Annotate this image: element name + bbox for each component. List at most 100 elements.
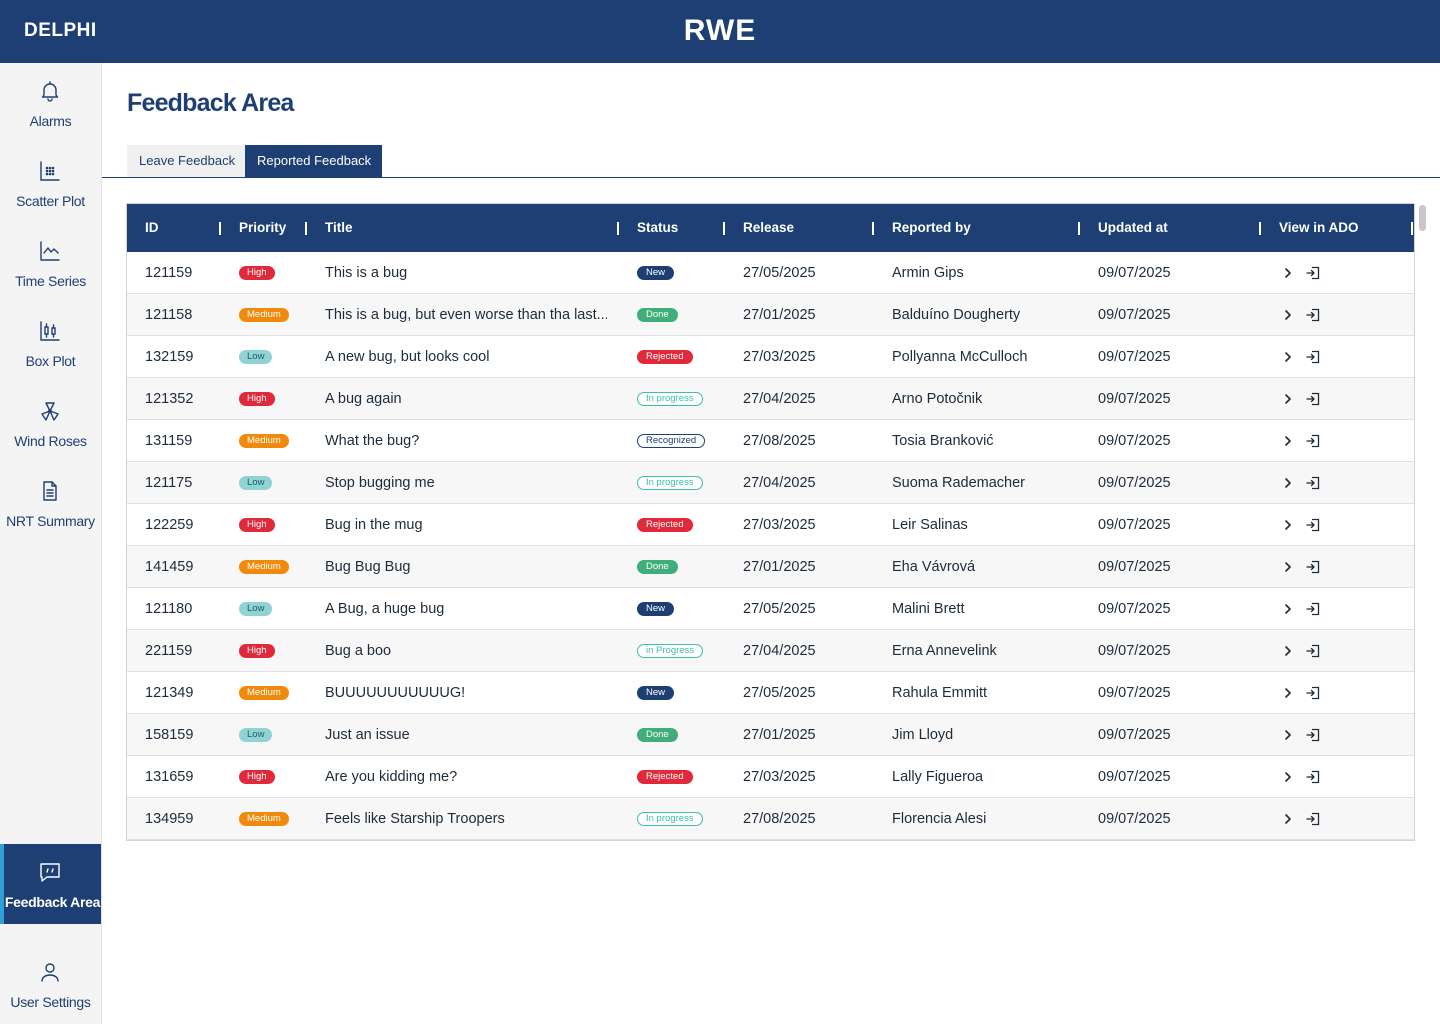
table-row[interactable]: 131159 Medium What the bug? Recognized 27/08… xyxy=(127,420,1414,462)
table-row[interactable]: 132159 Low A new bug, but looks cool Reject… xyxy=(127,336,1414,378)
sidebar-item-scatter-plot[interactable]: Scatter Plot xyxy=(0,143,101,223)
chevron-right-icon[interactable] xyxy=(1281,812,1295,826)
cell-updated-at: 09/07/2025 xyxy=(1098,643,1171,659)
chevron-right-icon[interactable] xyxy=(1281,434,1295,448)
column-resize-handle[interactable] xyxy=(617,222,619,235)
column-resize-handle[interactable] xyxy=(1259,222,1261,235)
open-in-ado-icon[interactable] xyxy=(1305,433,1321,449)
cell-title: A Bug, a huge bug xyxy=(325,601,445,617)
column-resize-handle[interactable] xyxy=(723,222,725,235)
open-in-ado-icon[interactable] xyxy=(1305,685,1321,701)
chevron-right-icon[interactable] xyxy=(1281,518,1295,532)
column-header-priority[interactable]: Priority xyxy=(239,204,286,252)
column-resize-handle[interactable] xyxy=(1078,222,1080,235)
chevron-right-icon[interactable] xyxy=(1281,686,1295,700)
cell-reported-by: Jim Lloyd xyxy=(892,727,954,743)
table-row[interactable]: 221159 High Bug a boo in Progress 27/04/2025… xyxy=(127,630,1414,672)
open-in-ado-icon[interactable] xyxy=(1305,769,1321,785)
sidebar-item-time-series[interactable]: Time Series xyxy=(0,223,101,303)
chevron-right-icon[interactable] xyxy=(1281,350,1295,364)
chevron-right-icon[interactable] xyxy=(1281,476,1295,490)
table-row[interactable]: 122259 High Bug in the mug Rejected 27/03/20… xyxy=(127,504,1414,546)
cell-updated-at: 09/07/2025 xyxy=(1098,433,1171,449)
cell-id: 158159 xyxy=(145,727,194,743)
chevron-right-icon[interactable] xyxy=(1281,602,1295,616)
status-badge: In progress xyxy=(637,392,703,406)
wind-rose-icon xyxy=(41,402,59,421)
cell-reported-by: Lally Figueroa xyxy=(892,769,984,785)
sidebar-item-label: NRT Summary xyxy=(6,513,95,529)
open-in-ado-icon[interactable] xyxy=(1305,349,1321,365)
cell-title: This is a bug, but even worse than tha l… xyxy=(325,307,607,323)
sidebar-item-nrt-summary[interactable]: NRT Summary xyxy=(0,463,101,543)
table-row[interactable]: 121175 Low Stop bugging me In progress 27/04… xyxy=(127,462,1414,504)
priority-badge: Medium xyxy=(239,686,289,700)
priority-badge: High xyxy=(239,266,275,280)
chevron-right-icon[interactable] xyxy=(1281,644,1295,658)
sidebar-item-alarms[interactable]: Alarms xyxy=(0,63,101,143)
tab-reported-feedback[interactable]: Reported Feedback xyxy=(245,145,382,177)
open-in-ado-icon[interactable] xyxy=(1305,475,1321,491)
priority-badge: High xyxy=(239,518,275,532)
chevron-right-icon[interactable] xyxy=(1281,560,1295,574)
cell-title: Just an issue xyxy=(325,727,410,743)
open-in-ado-icon[interactable] xyxy=(1305,391,1321,407)
open-in-ado-icon[interactable] xyxy=(1305,265,1321,281)
chevron-right-icon[interactable] xyxy=(1281,770,1295,784)
column-resize-handle[interactable] xyxy=(305,222,307,235)
cell-reported-by: Leir Salinas xyxy=(892,517,968,533)
column-header-updated-at[interactable]: Updated at xyxy=(1098,204,1168,252)
table-row[interactable]: 121158 Medium This is a bug, but even wors… xyxy=(127,294,1414,336)
table-row[interactable]: 121159 High This is a bug New 27/05/2025 Armi… xyxy=(127,252,1414,294)
open-in-ado-icon[interactable] xyxy=(1305,307,1321,323)
chevron-right-icon[interactable] xyxy=(1281,308,1295,322)
cell-release: 27/03/2025 xyxy=(743,769,816,785)
open-in-ado-icon[interactable] xyxy=(1305,601,1321,617)
column-resize-handle[interactable] xyxy=(1411,222,1413,235)
priority-badge: Medium xyxy=(239,308,289,322)
open-in-ado-icon[interactable] xyxy=(1305,727,1321,743)
table-row[interactable]: 121352 High A bug again In progress 27/04/20… xyxy=(127,378,1414,420)
sidebar-item-feedback-area[interactable]: Feedback Area xyxy=(0,844,101,924)
table-row[interactable]: 134959 Medium Feels like Starship Troopers… xyxy=(127,798,1414,840)
cell-title: BUUUUUUUUUUUG! xyxy=(325,685,466,701)
column-resize-handle[interactable] xyxy=(872,222,874,235)
table-row[interactable]: 158159 Low Just an issue Done 27/01/2025 Jim … xyxy=(127,714,1414,756)
column-header-status[interactable]: Status xyxy=(637,204,678,252)
tab-leave-feedback[interactable]: Leave Feedback xyxy=(127,145,245,177)
sidebar-item-wind-roses[interactable]: Wind Roses xyxy=(0,383,101,463)
chevron-right-icon[interactable] xyxy=(1281,728,1295,742)
cell-title: Bug a boo xyxy=(325,643,392,659)
table-row[interactable]: 121349 Medium BUUUUUUUUUUUG! New 27/05/2025 R… xyxy=(127,672,1414,714)
cell-title: This is a bug xyxy=(325,265,408,281)
table-scrollbar[interactable] xyxy=(1416,203,1430,841)
table-row[interactable]: 121180 Low A Bug, a huge bug New 27/05/2025 M… xyxy=(127,588,1414,630)
sidebar-item-box-plot[interactable]: Box Plot xyxy=(0,303,101,383)
cell-reported-by: Armin Gips xyxy=(892,265,964,281)
table-row[interactable]: 131659 High Are you kidding me? Rejected 27/… xyxy=(127,756,1414,798)
column-header-title[interactable]: Title xyxy=(325,204,353,252)
open-in-ado-icon[interactable] xyxy=(1305,517,1321,533)
column-header-id[interactable]: ID xyxy=(145,204,159,252)
column-header-reported-by[interactable]: Reported by xyxy=(892,204,971,252)
chevron-right-icon[interactable] xyxy=(1281,392,1295,406)
chevron-right-icon[interactable] xyxy=(1281,266,1295,280)
cell-release: 27/05/2025 xyxy=(743,685,816,701)
open-in-ado-icon[interactable] xyxy=(1305,643,1321,659)
sidebar-item-user-settings[interactable]: User Settings xyxy=(0,944,101,1024)
scrollbar-thumb[interactable] xyxy=(1419,205,1426,231)
column-header-view-in-ado[interactable]: View in ADO xyxy=(1279,204,1359,252)
column-header-release[interactable]: Release xyxy=(743,204,794,252)
cell-release: 27/04/2025 xyxy=(743,643,816,659)
open-in-ado-icon[interactable] xyxy=(1305,811,1321,827)
open-in-ado-icon[interactable] xyxy=(1305,559,1321,575)
cell-updated-at: 09/07/2025 xyxy=(1098,811,1171,827)
table-row[interactable]: 141459 Medium Bug Bug Bug Done 27/01/2025 Eha… xyxy=(127,546,1414,588)
cell-reported-by: Rahula Emmitt xyxy=(892,685,988,701)
cell-title: Bug Bug Bug xyxy=(325,559,411,575)
column-resize-handle[interactable] xyxy=(219,222,221,235)
status-badge: Done xyxy=(637,728,678,742)
cell-release: 27/04/2025 xyxy=(743,391,816,407)
status-badge: In progress xyxy=(637,812,703,826)
cell-id: 122259 xyxy=(145,517,194,533)
